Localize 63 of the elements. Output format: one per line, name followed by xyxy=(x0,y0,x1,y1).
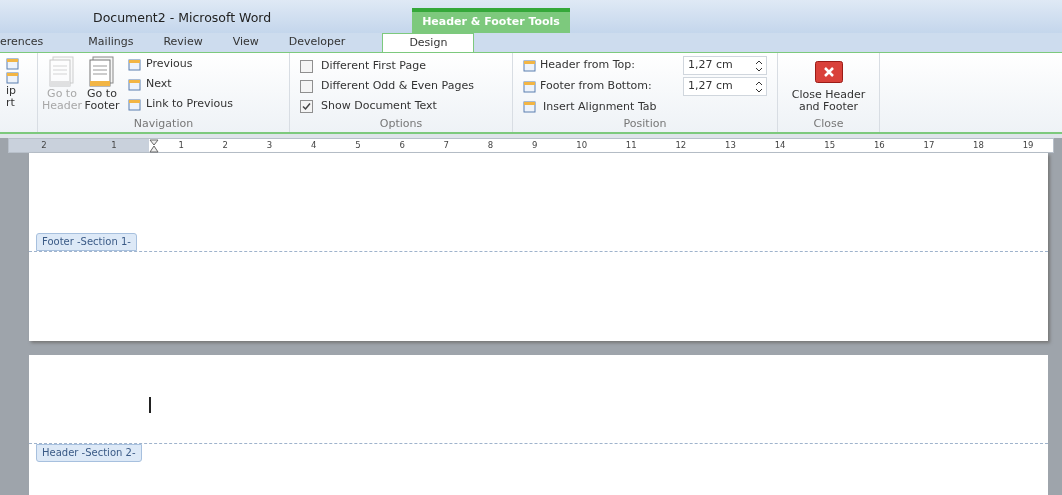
context-tab-title: Header & Footer Tools xyxy=(412,8,570,33)
ruler-number: 1 xyxy=(111,139,117,152)
window-title: Document2 - Microsoft Word xyxy=(93,9,272,27)
ruler-number: 8 xyxy=(487,139,494,152)
cut-label: ip xyxy=(6,85,18,97)
text-cursor xyxy=(149,397,151,413)
option-checkbox[interactable]: Different Odd & Even Pages xyxy=(300,78,512,94)
ribbon-tab[interactable]: erences xyxy=(0,33,74,52)
cut-label: rt xyxy=(6,97,16,109)
option-checkbox[interactable]: Different First Page xyxy=(300,58,512,74)
spinner-icon xyxy=(756,80,762,93)
ruler-number: 13 xyxy=(725,139,736,152)
ruler-number: 16 xyxy=(873,139,885,152)
insert-alignment-tab-button[interactable]: Insert Alignment Tab xyxy=(523,98,657,116)
page-icon xyxy=(128,97,142,112)
ribbon-tab[interactable]: Review xyxy=(148,33,218,52)
ruler-number: 11 xyxy=(625,139,637,152)
page-icon xyxy=(128,57,142,72)
group-label: Close xyxy=(812,116,845,132)
check-icon xyxy=(302,101,311,111)
ruler-number: 10 xyxy=(576,139,588,152)
header-section-tag: Header -Section 2- xyxy=(36,444,142,462)
page-icon xyxy=(128,77,142,92)
spin-field[interactable]: 1,27 cm xyxy=(683,56,767,75)
group-label: Navigation xyxy=(132,116,195,132)
ribbon-tab[interactable]: Design xyxy=(382,33,475,52)
close-header-footer-button[interactable]: Close Header and Footer xyxy=(778,53,879,116)
ruler-number: 4 xyxy=(311,139,317,152)
group-label: Position xyxy=(622,116,668,132)
ruler-number: 12 xyxy=(675,139,687,152)
page-icon xyxy=(48,56,76,88)
ruler-number: 15 xyxy=(824,139,836,152)
ruler-number: 5 xyxy=(355,139,361,152)
navigation-button[interactable]: Link to Previous xyxy=(128,96,234,113)
navigation-button[interactable]: Next xyxy=(128,76,234,93)
ruler-number: 19 xyxy=(1022,139,1034,152)
spinner-icon xyxy=(756,59,762,72)
checkbox[interactable] xyxy=(300,79,313,93)
field-label: Header from Top: xyxy=(540,57,636,74)
ruler-number: 3 xyxy=(266,139,273,152)
checkbox[interactable] xyxy=(300,59,313,73)
checkbox[interactable] xyxy=(300,99,313,113)
ruler-number: 1 xyxy=(178,139,184,152)
go-to-button[interactable]: Go to Footer xyxy=(84,56,120,116)
ruler-number: 2 xyxy=(222,139,228,152)
ruler-number: 14 xyxy=(774,139,786,152)
ruler-number: 7 xyxy=(443,139,450,152)
ribbon-tab[interactable]: Mailings xyxy=(73,33,149,52)
ribbon-tab[interactable]: View xyxy=(217,33,274,52)
ruler-number: 17 xyxy=(923,139,935,152)
ruler-number: 9 xyxy=(532,139,538,152)
ribbon-tab[interactable]: Developer xyxy=(273,33,361,52)
footer-section-tag: Footer -Section 1- xyxy=(36,233,137,251)
ruler-number: 2 xyxy=(41,139,47,152)
ruler-number: 18 xyxy=(973,139,984,152)
page-icon xyxy=(88,56,116,88)
field-label: Footer from Bottom: xyxy=(540,78,653,95)
option-checkbox[interactable]: Show Document Text xyxy=(300,98,512,114)
close-icon xyxy=(814,61,843,83)
group-label: Options xyxy=(378,116,424,132)
spin-field[interactable]: 1,27 cm xyxy=(683,77,767,96)
navigation-button[interactable]: Previous xyxy=(128,56,234,73)
ruler-number: 6 xyxy=(399,139,405,152)
